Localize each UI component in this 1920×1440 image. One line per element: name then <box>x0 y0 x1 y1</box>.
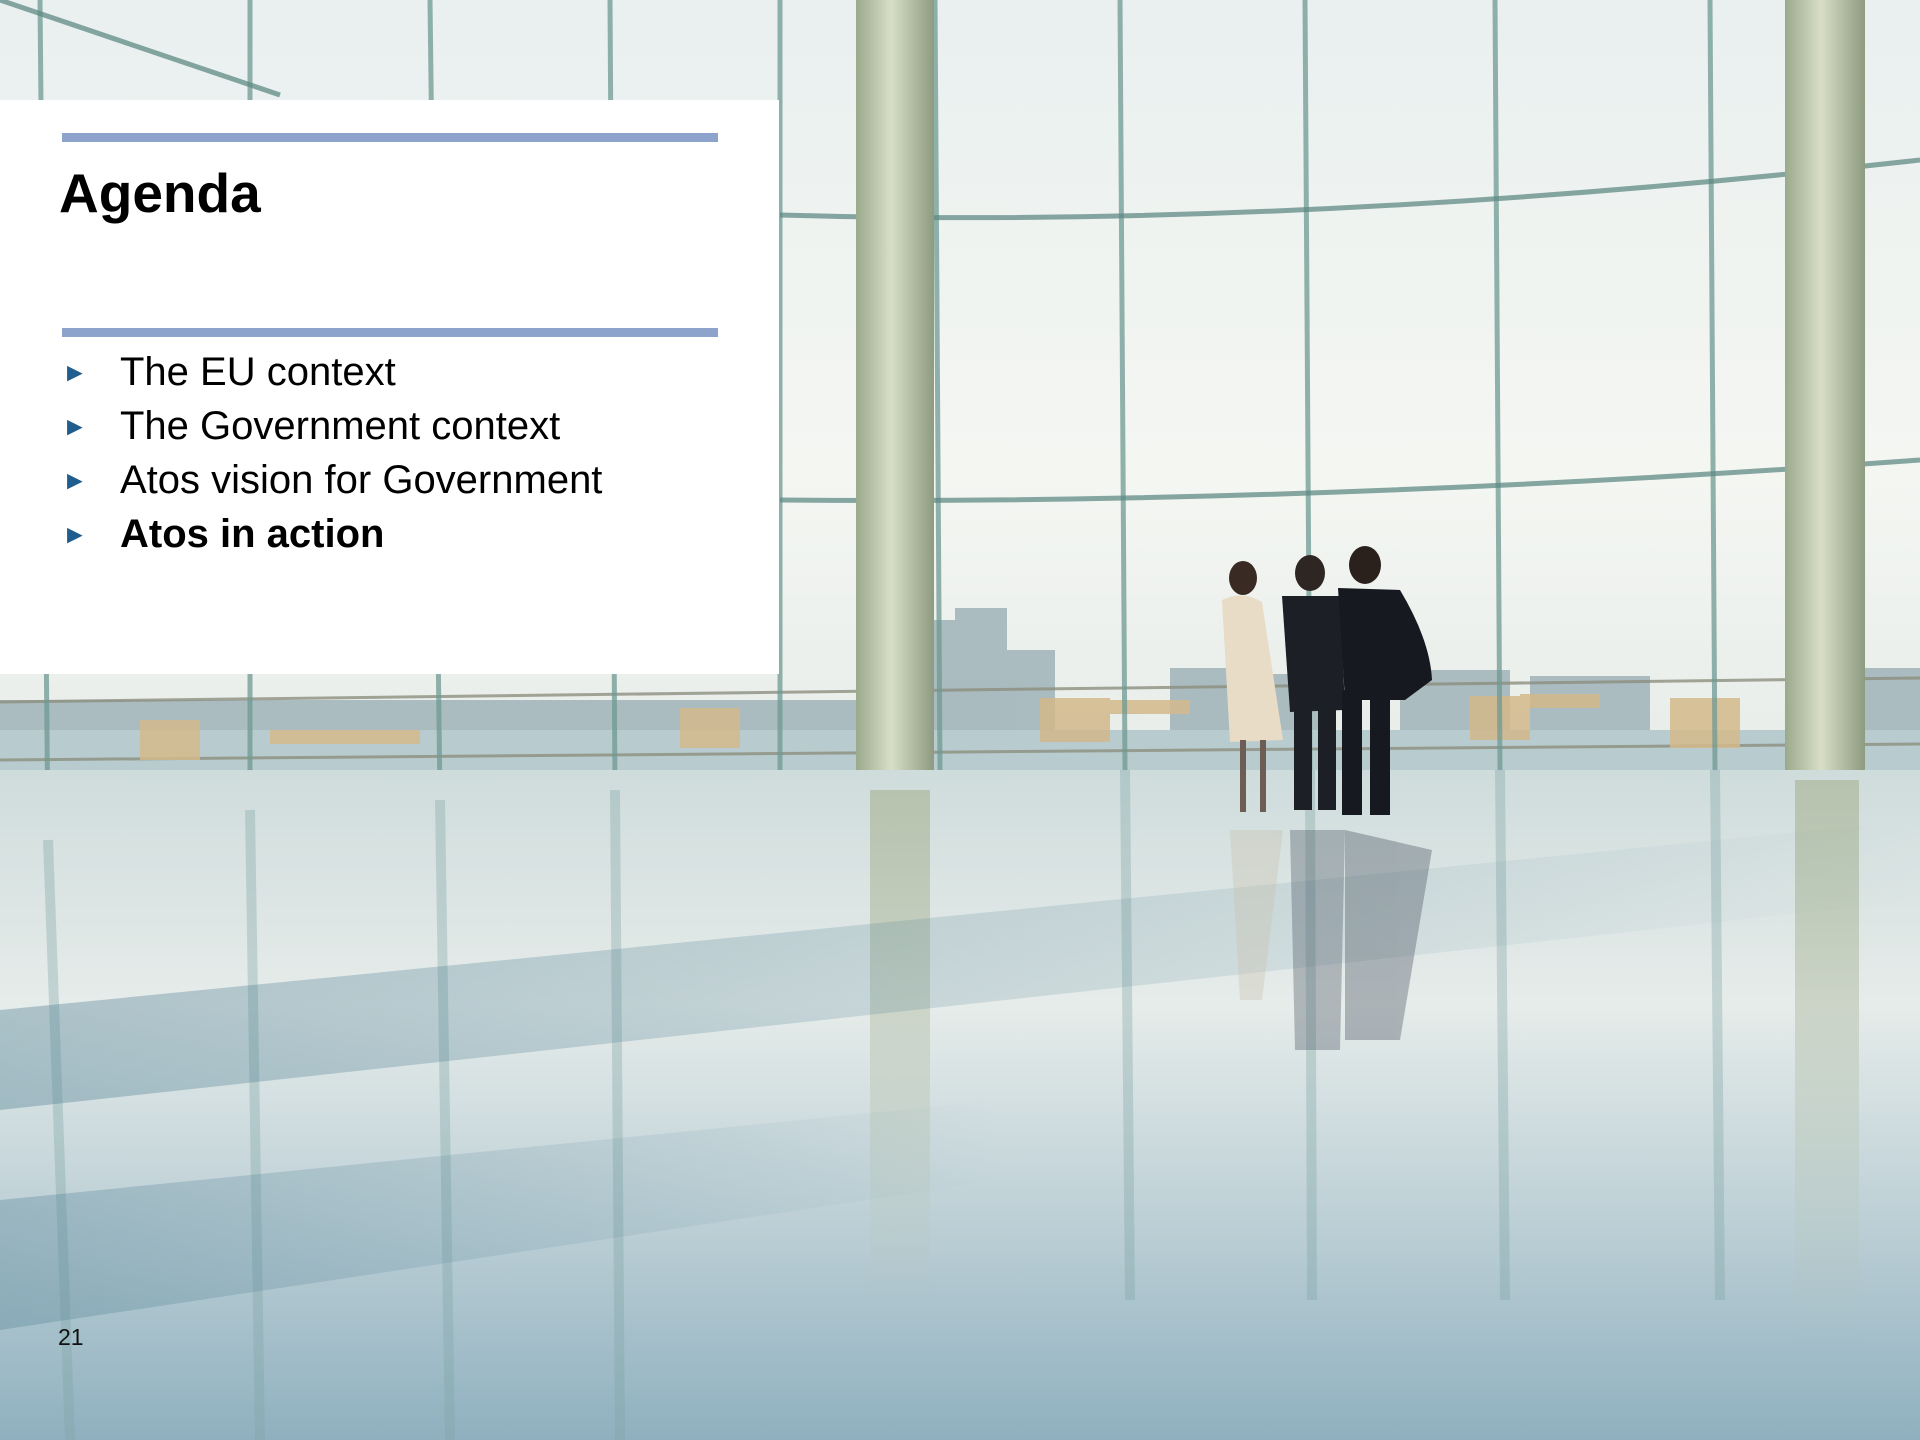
agenda-title: Agenda <box>59 162 261 224</box>
agenda-item: ► The EU context <box>62 345 602 399</box>
right-triangle-bullet-icon: ► <box>62 357 88 387</box>
title-top-rule <box>62 133 718 142</box>
page-number: 21 <box>58 1324 84 1350</box>
agenda-item-label: Atos vision for Government <box>120 458 603 502</box>
agenda-item: ► Atos in action <box>62 507 602 561</box>
agenda-item-label: The EU context <box>120 350 396 394</box>
agenda-panel: Agenda ► The EU context ► The Government co… <box>0 100 779 674</box>
slide: Agenda ► The EU context ► The Government co… <box>0 0 1920 1440</box>
agenda-item: ► Atos vision for Government <box>62 453 602 507</box>
agenda-list: ► The EU context ► The Government context ► A… <box>62 345 602 561</box>
right-triangle-bullet-icon: ► <box>62 519 88 549</box>
agenda-item: ► The Government context <box>62 399 602 453</box>
title-bottom-rule <box>62 328 718 337</box>
right-triangle-bullet-icon: ► <box>62 465 88 495</box>
agenda-item-label: The Government context <box>120 404 561 448</box>
right-triangle-bullet-icon: ► <box>62 411 88 441</box>
agenda-item-label: Atos in action <box>120 512 385 556</box>
